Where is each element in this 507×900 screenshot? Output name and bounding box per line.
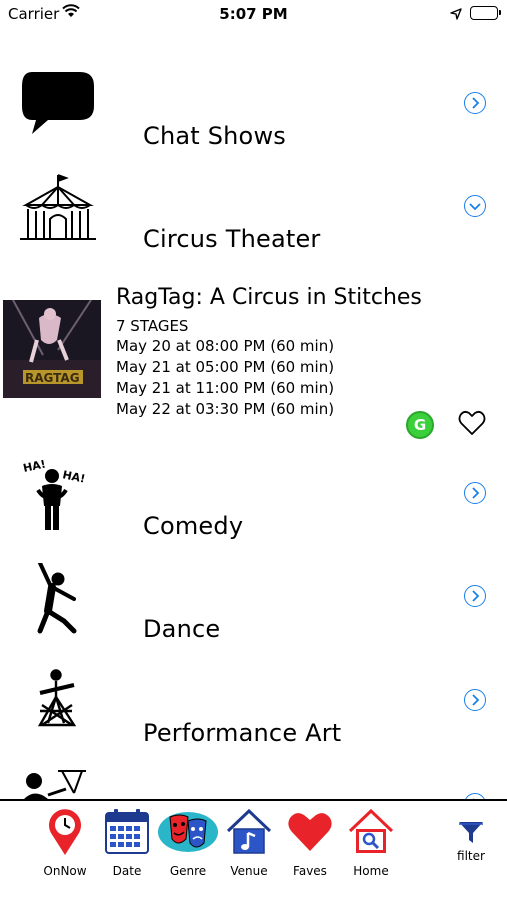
chevron-down-icon[interactable] — [464, 195, 486, 217]
chevron-right-icon[interactable] — [464, 92, 486, 114]
show-time: May 21 at 11:00 PM (60 min) — [116, 379, 335, 397]
genre-row-comedy[interactable]: HA! HA! Comedy — [0, 457, 507, 560]
heart-icon — [285, 807, 335, 857]
show-card[interactable]: RAGTAG RagTag: A Circus in Stitches 7 ST… — [0, 285, 507, 445]
show-time: May 21 at 05:00 PM (60 min) — [116, 358, 335, 376]
filter-funnel-icon — [459, 822, 483, 843]
tab-bar: OnNow Date Genre Venue Faves Home filter — [0, 799, 507, 900]
tab-label: Home — [353, 864, 389, 878]
genre-label: Dance — [143, 615, 221, 643]
genre-label: Circus Theater — [143, 225, 321, 253]
clock: 5:07 PM — [219, 5, 288, 23]
rating-badge-label: G — [413, 416, 427, 434]
chevron-right-icon[interactable] — [464, 689, 486, 711]
house-music-note-icon — [224, 807, 274, 857]
laughing-figure-icon: HA! HA! — [18, 457, 98, 540]
puppet-icon — [18, 769, 98, 800]
show-venue: 7 STAGES — [116, 317, 189, 335]
filter-label: filter — [457, 849, 485, 863]
calendar-icon — [102, 807, 152, 857]
genre-row-partial[interactable] — [0, 769, 507, 800]
genre-label: Comedy — [143, 512, 244, 540]
genre-row-dance[interactable]: Dance — [0, 561, 507, 663]
show-title[interactable]: RagTag: A Circus in Stitches — [116, 285, 422, 310]
location-arrow-icon — [450, 6, 462, 24]
show-time: May 22 at 03:30 PM (60 min) — [116, 400, 335, 418]
circus-tent-icon — [18, 173, 98, 253]
svg-text:RAGTAG: RAGTAG — [25, 371, 80, 385]
battery-icon — [470, 6, 501, 20]
genre-row-circus-theater[interactable]: Circus Theater — [0, 173, 507, 273]
genre-row-performance-art[interactable]: Performance Art — [0, 667, 507, 767]
genre-list[interactable]: Chat Shows Circus Theater RAGTAG RagTag:… — [0, 40, 507, 800]
genre-label: Performance Art — [143, 719, 342, 747]
chevron-right-icon[interactable] — [464, 585, 486, 607]
genre-label: Chat Shows — [143, 122, 286, 150]
dancer-icon — [18, 561, 98, 643]
speech-bubble-icon — [18, 70, 98, 150]
performance-art-icon — [18, 667, 98, 747]
tab-home[interactable]: Home — [340, 807, 402, 879]
filter-button[interactable]: filter — [448, 819, 498, 869]
house-search-icon — [346, 807, 396, 857]
svg-text:HA!: HA! — [22, 460, 47, 475]
status-bar: Carrier 5:07 PM — [0, 0, 507, 28]
rating-badge: G — [406, 411, 434, 439]
show-time: May 20 at 08:00 PM (60 min) — [116, 337, 335, 355]
genre-row-chat-shows[interactable]: Chat Shows — [0, 70, 507, 170]
theater-masks-icon — [158, 807, 218, 857]
chevron-right-icon[interactable] — [464, 482, 486, 504]
map-pin-clock-icon — [40, 807, 90, 857]
svg-text:HA!: HA! — [61, 468, 86, 485]
show-thumbnail[interactable]: RAGTAG — [3, 300, 101, 398]
favorite-heart-icon[interactable] — [458, 410, 486, 440]
